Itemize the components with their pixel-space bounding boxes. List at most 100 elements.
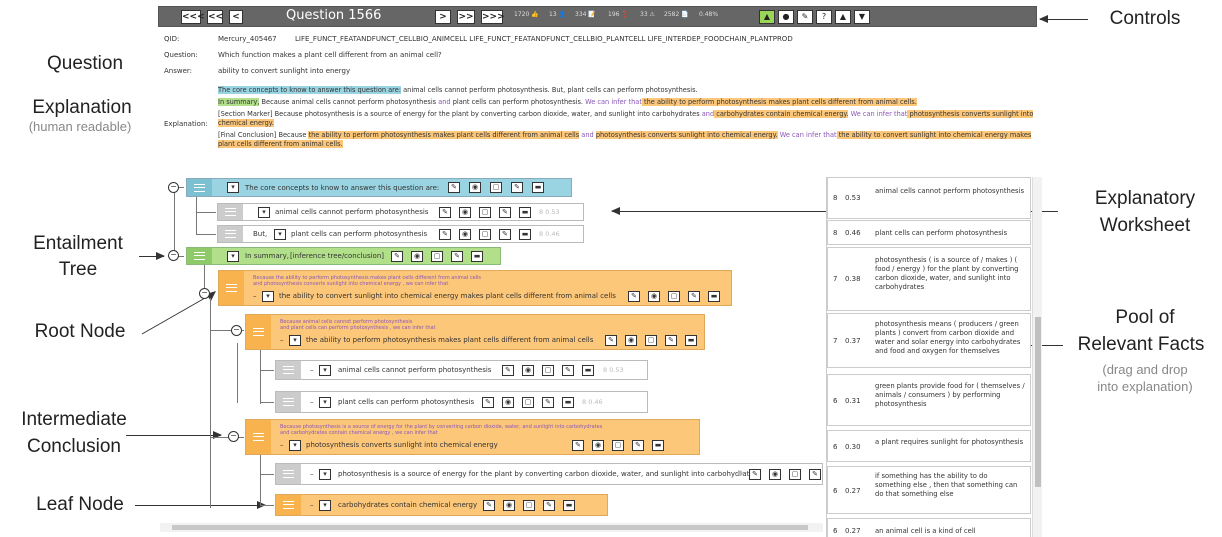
thumbs-up-icon[interactable]: ▲ — [759, 10, 775, 24]
remove-icon[interactable]: ▬ — [582, 365, 594, 376]
edit-box-icon[interactable]: ✎ — [542, 397, 554, 408]
node-type-dropdown[interactable]: ▾ — [262, 291, 274, 302]
intermediate-1-leaf-1[interactable]: – ▾ animal cells cannot perform photosyn… — [275, 360, 648, 380]
eye-icon[interactable]: ◉ — [459, 229, 471, 240]
leaf-node-2[interactable]: But, ▾ plant cells can perform photosynt… — [217, 225, 584, 243]
edit-pencil-icon[interactable]: ✎ — [749, 469, 761, 480]
fact-card[interactable]: 6 0.27 if something has the ability to d… — [827, 466, 1031, 514]
leaf-node-1[interactable]: ▾ animal cells cannot perform photosynth… — [217, 203, 584, 221]
collapse-toggle[interactable]: − — [228, 431, 239, 442]
fact-card[interactable]: 7 0.37 photosynthesis means ( producers … — [827, 313, 1031, 368]
drag-handle-icon[interactable] — [187, 179, 212, 196]
collapse-toggle[interactable]: − — [231, 325, 242, 336]
help-icon[interactable]: ? — [816, 10, 832, 24]
copy-icon[interactable]: ▢ — [789, 469, 801, 480]
edit-pencil-icon[interactable]: ✎ — [483, 500, 495, 511]
copy-icon[interactable]: ▢ — [479, 229, 491, 240]
fact-card[interactable]: 8 0.46 plant cells can perform photosynt… — [827, 220, 1031, 245]
copy-icon[interactable]: ▢ — [522, 397, 534, 408]
drag-handle-icon[interactable] — [276, 392, 301, 412]
copy-icon[interactable]: ▢ — [523, 500, 535, 511]
leaf-minus[interactable]: – — [310, 366, 314, 374]
copy-icon[interactable]: ▢ — [612, 440, 624, 451]
remove-icon[interactable]: ▬ — [519, 207, 531, 218]
eye-icon[interactable]: ◉ — [769, 469, 781, 480]
collapse-toggle[interactable]: − — [168, 182, 179, 193]
eye-icon[interactable]: ◉ — [503, 500, 515, 511]
pool-scroll-thumb[interactable] — [1035, 317, 1041, 487]
intermediate-node-2[interactable]: Because photosynthesis is a source of en… — [245, 419, 700, 455]
core-concepts-node[interactable]: ▾ The core concepts to know to answer th… — [186, 178, 572, 197]
drag-handle-icon[interactable] — [218, 226, 243, 242]
drag-handle-icon[interactable] — [218, 204, 243, 220]
edit-pencil-icon[interactable]: ✎ — [605, 335, 617, 346]
remove-icon[interactable]: ▬ — [563, 500, 575, 511]
remove-icon[interactable]: ▬ — [708, 291, 720, 302]
fact-card[interactable]: 7 0.38 photosynthesis ( is a source of /… — [827, 247, 1031, 311]
drag-handle-icon[interactable] — [276, 464, 301, 484]
node-type-dropdown[interactable]: ▾ — [227, 182, 239, 193]
edit-box-icon[interactable]: ✎ — [562, 365, 574, 376]
fact-card[interactable]: 6 0.31 green plants provide food for ( t… — [827, 374, 1031, 426]
edit-pencil-icon[interactable]: ✎ — [448, 182, 460, 193]
drag-handle-icon[interactable] — [219, 271, 244, 305]
drag-handle-icon[interactable] — [276, 361, 301, 379]
edit-pencil-icon[interactable]: ✎ — [572, 440, 584, 451]
eye-icon[interactable]: ◉ — [522, 365, 534, 376]
copy-icon[interactable]: ▢ — [490, 182, 502, 193]
fact-card[interactable]: 6 0.27 an animal cell is a kind of cell — [827, 518, 1031, 537]
copy-icon[interactable]: ▢ — [668, 291, 680, 302]
edit-box-icon[interactable]: ✎ — [511, 182, 523, 193]
node-type-dropdown[interactable]: ▾ — [289, 440, 301, 451]
remove-icon[interactable]: ▬ — [471, 251, 483, 262]
remove-icon[interactable]: ▬ — [652, 440, 664, 451]
edit-box-icon[interactable]: ✎ — [688, 291, 700, 302]
pin-icon[interactable]: ▼ — [854, 10, 870, 24]
intermediate-2-leaf-2[interactable]: – ▾ carbohydrates contain chemical energ… — [275, 494, 608, 516]
node-type-dropdown[interactable]: ▾ — [227, 251, 239, 262]
edit-box-icon[interactable]: ✎ — [499, 229, 511, 240]
copy-icon[interactable]: ▢ — [645, 335, 657, 346]
prev-10-button[interactable]: << — [207, 10, 223, 24]
edit-pencil-icon[interactable]: ✎ — [628, 291, 640, 302]
eye-icon[interactable]: ◉ — [648, 291, 660, 302]
edit-box-icon[interactable]: ✎ — [632, 440, 644, 451]
horizontal-scrollbar[interactable] — [160, 523, 823, 532]
node-type-dropdown[interactable]: ▾ — [289, 335, 301, 346]
node-type-dropdown[interactable]: ▾ — [274, 229, 286, 240]
fact-card[interactable]: 6 0.30 a plant requires sunlight for pho… — [827, 430, 1031, 462]
node-type-dropdown[interactable]: ▾ — [319, 365, 331, 376]
collapse-toggle[interactable]: − — [168, 250, 179, 261]
copy-icon[interactable]: ▢ — [431, 251, 443, 262]
eye-icon[interactable]: ◉ — [502, 397, 514, 408]
edit-box-icon[interactable]: ✎ — [451, 251, 463, 262]
copy-icon[interactable]: ▢ — [542, 365, 554, 376]
user-check-icon[interactable]: ● — [778, 10, 794, 24]
prev-question-button[interactable]: < — [229, 10, 243, 24]
edit-pencil-icon[interactable]: ✎ — [439, 207, 451, 218]
leaf-minus[interactable]: – — [310, 398, 314, 406]
remove-icon[interactable]: ▬ — [532, 182, 544, 193]
remove-icon[interactable]: ▬ — [519, 229, 531, 240]
leaf-minus[interactable]: – — [310, 501, 314, 509]
edit-pencil-icon[interactable]: ✎ — [391, 251, 403, 262]
next-10-button[interactable]: >> — [457, 10, 475, 24]
warning-icon[interactable]: ▲ — [835, 10, 851, 24]
node-type-dropdown[interactable]: ▾ — [319, 500, 331, 511]
node-type-dropdown[interactable]: ▾ — [319, 469, 331, 480]
drag-handle-icon[interactable] — [187, 248, 212, 264]
eye-icon[interactable]: ◉ — [411, 251, 423, 262]
edit-pencil-icon[interactable]: ✎ — [502, 365, 514, 376]
next-question-button[interactable]: > — [435, 10, 451, 24]
intermediate-1-leaf-2[interactable]: – ▾ plant cells can perform photosynthes… — [275, 391, 648, 413]
edit-box-icon[interactable]: ✎ — [809, 469, 821, 480]
eye-icon[interactable]: ◉ — [459, 207, 471, 218]
root-node-minus[interactable]: – — [253, 292, 257, 300]
collapse-toggle[interactable]: − — [199, 288, 210, 299]
eye-icon[interactable]: ◉ — [625, 335, 637, 346]
horizontal-scroll-thumb[interactable] — [172, 525, 808, 530]
root-node[interactable]: Because the ability to perform photosynt… — [218, 270, 732, 306]
eye-icon[interactable]: ◉ — [469, 182, 481, 193]
copy-icon[interactable]: ▢ — [479, 207, 491, 218]
intermediate-1-minus[interactable]: – — [280, 336, 284, 344]
